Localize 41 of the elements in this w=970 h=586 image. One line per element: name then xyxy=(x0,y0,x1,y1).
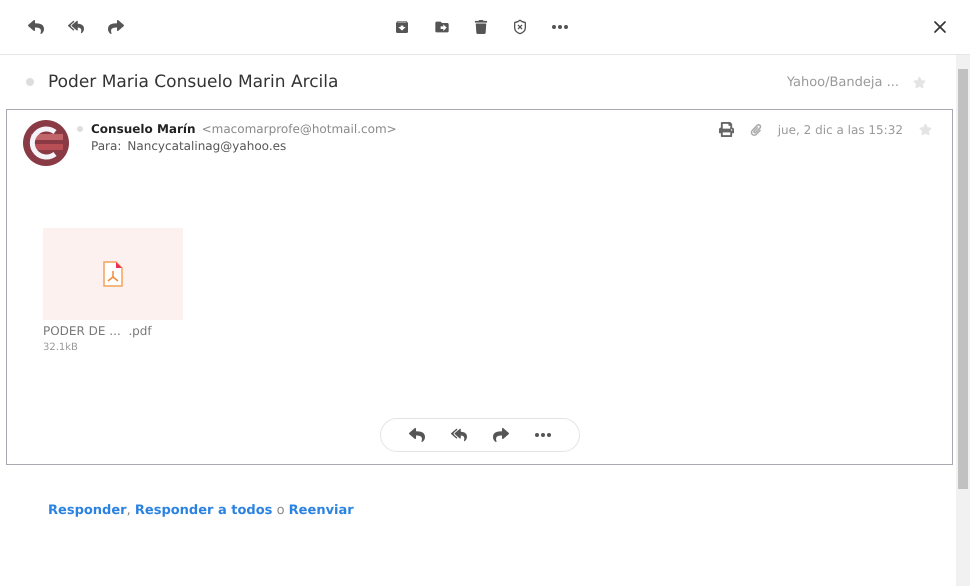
forward-icon xyxy=(108,19,124,35)
star-icon[interactable] xyxy=(919,123,932,136)
recipient-email: Nancycatalinag@yahoo.es xyxy=(127,139,286,153)
folder-icon xyxy=(434,19,450,35)
trash-icon xyxy=(474,20,488,34)
scrollbar[interactable] xyxy=(956,55,970,586)
subject-title: Poder Maria Consuelo Marin Arcila xyxy=(48,72,340,92)
folder-label: Yahoo/Bandeja ... xyxy=(786,74,899,90)
sender-name: Consuelo Marín xyxy=(91,122,196,136)
reply-button[interactable] xyxy=(406,425,426,445)
reply-button[interactable] xyxy=(26,17,46,37)
recipient-label: Para: xyxy=(91,139,122,153)
archive-icon xyxy=(394,19,410,35)
reply-all-icon xyxy=(68,19,84,35)
reply-link[interactable]: Responder a todos xyxy=(134,503,272,518)
attachment-thumbnail[interactable] xyxy=(43,228,183,320)
message-date: jue, 2 dic a las 15:32 xyxy=(778,122,903,136)
more-icon xyxy=(534,433,550,437)
reply-link[interactable]: Reenviar xyxy=(288,503,354,518)
shield-icon xyxy=(512,19,528,35)
reply-link[interactable]: Responder xyxy=(48,503,127,518)
more-button[interactable] xyxy=(532,431,552,439)
forward-button[interactable] xyxy=(106,17,126,37)
more-icon xyxy=(552,25,568,29)
forward-icon xyxy=(492,427,508,443)
forward-button[interactable] xyxy=(490,425,510,445)
status-dot xyxy=(26,78,34,86)
attachment-size: 32.1kB xyxy=(43,342,79,353)
more-button[interactable] xyxy=(550,23,570,31)
reply-icon xyxy=(408,427,424,443)
pdf-icon xyxy=(103,261,123,287)
paperclip-icon xyxy=(750,124,762,136)
avatar xyxy=(23,120,69,166)
attachment-name: PODER DE ... .pdf xyxy=(43,324,153,338)
status-dot xyxy=(77,126,83,132)
reply-icon xyxy=(28,19,44,35)
quick-reply-text: Responder, Responder a todos o Reenviar xyxy=(48,503,355,518)
reply-all-icon xyxy=(450,427,466,443)
sender-email: <macomarprofe@hotmail.com> xyxy=(202,122,397,136)
print-icon[interactable] xyxy=(718,122,734,137)
star-icon[interactable] xyxy=(913,76,926,88)
